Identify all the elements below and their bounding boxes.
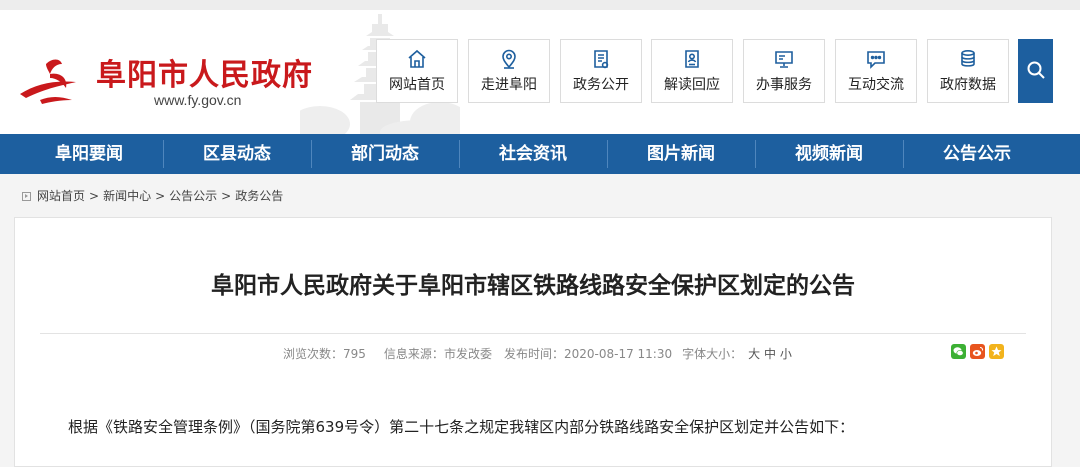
nav-item-announcements[interactable]: 公告公示 (903, 134, 1051, 174)
quick-nav-interpretation[interactable]: 解读回应 (651, 39, 733, 103)
font-size-label: 字体大小： (682, 347, 743, 361)
quick-nav-label: 网站首页 (389, 77, 445, 93)
logo-mark-icon (20, 59, 76, 104)
quick-nav-home[interactable]: 网站首页 (376, 39, 458, 103)
quick-nav-label: 解读回应 (664, 77, 720, 93)
breadcrumb: 网站首页 > 新闻中心 > 公告公示 > 政务公告 (22, 187, 283, 204)
views-label: 浏览次数： (283, 347, 344, 361)
article-body-first-line: 根据《铁路安全管理条例》（国务院第639号令）第二十七条之规定我辖区内部分铁路线… (68, 418, 855, 436)
home-icon (408, 49, 426, 68)
nav-item-photo-news[interactable]: 图片新闻 (607, 134, 755, 174)
breadcrumb-item[interactable]: 政务公告 (235, 189, 283, 203)
nav-item-county-news[interactable]: 区县动态 (163, 134, 311, 174)
quick-nav-label: 政府数据 (940, 77, 996, 93)
source-value: 市发改委 (443, 347, 492, 361)
quick-nav-label: 互动交流 (848, 77, 904, 93)
nav-item-video-news[interactable]: 视频新闻 (755, 134, 903, 174)
weibo-icon (970, 344, 985, 359)
quick-nav-services[interactable]: 办事服务 (743, 39, 825, 103)
quick-nav-interaction[interactable]: 互动交流 (835, 39, 917, 103)
share-wechat-button[interactable] (951, 344, 966, 359)
breadcrumb-item[interactable]: 公告公示 (169, 189, 217, 203)
monitor-icon (775, 51, 793, 68)
site-logo[interactable]: 阜阳市人民政府 www.fy.gov.cn (16, 50, 316, 112)
share-qzone-button[interactable] (989, 344, 1004, 359)
breadcrumb-arrow-icon (22, 192, 31, 201)
published-label: 发布时间： (503, 347, 564, 361)
quick-nav-label: 办事服务 (756, 77, 812, 93)
share-weibo-button[interactable] (970, 344, 985, 359)
site-header: 阜阳市人民政府 www.fy.gov.cn 网站首页 走进阜阳 政务公开 解读回… (0, 10, 1080, 134)
chat-bubble-icon (867, 51, 885, 69)
top-strip (0, 0, 1080, 10)
quick-nav-gov-affairs[interactable]: 政务公开 (560, 39, 642, 103)
breadcrumb-item[interactable]: 新闻中心 (103, 189, 151, 203)
breadcrumb-separator: > (221, 189, 232, 203)
nav-item-social-info[interactable]: 社会资讯 (459, 134, 607, 174)
nav-item-department-news[interactable]: 部门动态 (311, 134, 459, 174)
font-size-small-button[interactable]: 小 (780, 347, 792, 361)
site-url: www.fy.gov.cn (154, 92, 242, 108)
quick-nav-label: 走进阜阳 (481, 77, 537, 93)
qzone-icon (989, 344, 1004, 359)
views-count: 795 (343, 347, 366, 361)
title-divider (40, 333, 1026, 334)
quick-nav-label: 政务公开 (573, 77, 629, 93)
document-icon (594, 50, 609, 69)
quick-nav-gov-data[interactable]: 政府数据 (927, 39, 1009, 103)
article-meta: 浏览次数：795 信息来源：市发改委 发布时间：2020-08-17 11:30 字体… (283, 345, 792, 362)
main-nav: 阜阳要闻 区县动态 部门动态 社会资讯 图片新闻 视频新闻 公告公示 (0, 134, 1080, 174)
location-pin-icon (502, 49, 516, 69)
article-title: 阜阳市人民政府关于阜阳市辖区铁路线路安全保护区划定的公告 (211, 273, 855, 299)
quick-nav-about[interactable]: 走进阜阳 (468, 39, 550, 103)
font-size-large-button[interactable]: 大 (748, 347, 760, 361)
database-icon (961, 49, 975, 67)
search-button[interactable] (1018, 39, 1053, 103)
breadcrumb-item[interactable]: 网站首页 (37, 189, 85, 203)
breadcrumb-separator: > (155, 189, 166, 203)
source-label: 信息来源： (383, 347, 444, 361)
nav-item-fuyang-news[interactable]: 阜阳要闻 (15, 134, 163, 174)
breadcrumb-separator: > (89, 189, 100, 203)
published-value: 2020-08-17 11:30 (563, 347, 673, 361)
wechat-icon (951, 344, 966, 359)
font-size-medium-button[interactable]: 中 (764, 347, 776, 361)
id-card-icon (685, 50, 699, 68)
site-title: 阜阳市人民政府 (96, 58, 313, 93)
search-icon (1027, 61, 1045, 79)
